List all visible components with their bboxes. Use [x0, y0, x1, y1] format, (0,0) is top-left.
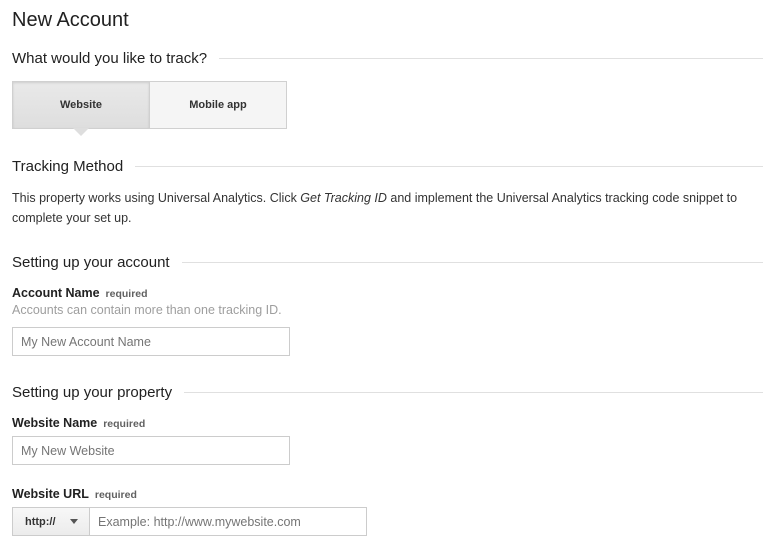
track-section-heading: What would you like to track? — [12, 50, 763, 67]
required-indicator: required — [103, 418, 146, 430]
account-name-input[interactable] — [12, 327, 290, 356]
website-name-input[interactable] — [12, 436, 290, 465]
website-name-label: Website Name required — [12, 416, 145, 430]
divider — [184, 392, 763, 393]
page-title: New Account — [12, 9, 129, 31]
divider — [135, 166, 763, 167]
account-name-label: Account Name required — [12, 286, 148, 300]
description-text: This property works using Universal Anal… — [12, 191, 301, 205]
account-section-heading: Setting up your account — [12, 254, 763, 271]
property-heading-text: Setting up your property — [12, 384, 173, 401]
track-heading-text: What would you like to track? — [12, 50, 208, 67]
tracking-method-description: This property works using Universal Anal… — [12, 188, 762, 228]
website-url-label: Website URL required — [12, 487, 137, 501]
website-url-label-text: Website URL — [12, 487, 89, 501]
chevron-down-icon — [69, 519, 78, 524]
account-name-label-text: Account Name — [12, 286, 100, 300]
website-option-button[interactable]: Website — [13, 82, 150, 136]
protocol-dropdown[interactable]: http:// — [12, 507, 89, 536]
tracking-method-heading: Tracking Method — [12, 158, 763, 175]
get-tracking-id-emphasis: Get Tracking ID — [300, 191, 387, 205]
account-name-helper: Accounts can contain more than one track… — [12, 303, 282, 317]
required-indicator: required — [105, 288, 148, 300]
divider — [181, 262, 763, 263]
divider — [219, 58, 763, 59]
protocol-value: http:// — [25, 515, 56, 528]
mobile-app-option-button[interactable]: Mobile app — [150, 82, 286, 128]
property-section-heading: Setting up your property — [12, 384, 763, 401]
website-url-row: http:// — [12, 507, 367, 536]
required-indicator: required — [94, 489, 137, 501]
website-name-label-text: Website Name — [12, 416, 98, 430]
account-heading-text: Setting up your account — [12, 254, 170, 271]
tracking-method-heading-text: Tracking Method — [12, 158, 124, 175]
website-url-input[interactable] — [89, 507, 367, 536]
track-type-toggle: Website Mobile app — [12, 81, 287, 136]
